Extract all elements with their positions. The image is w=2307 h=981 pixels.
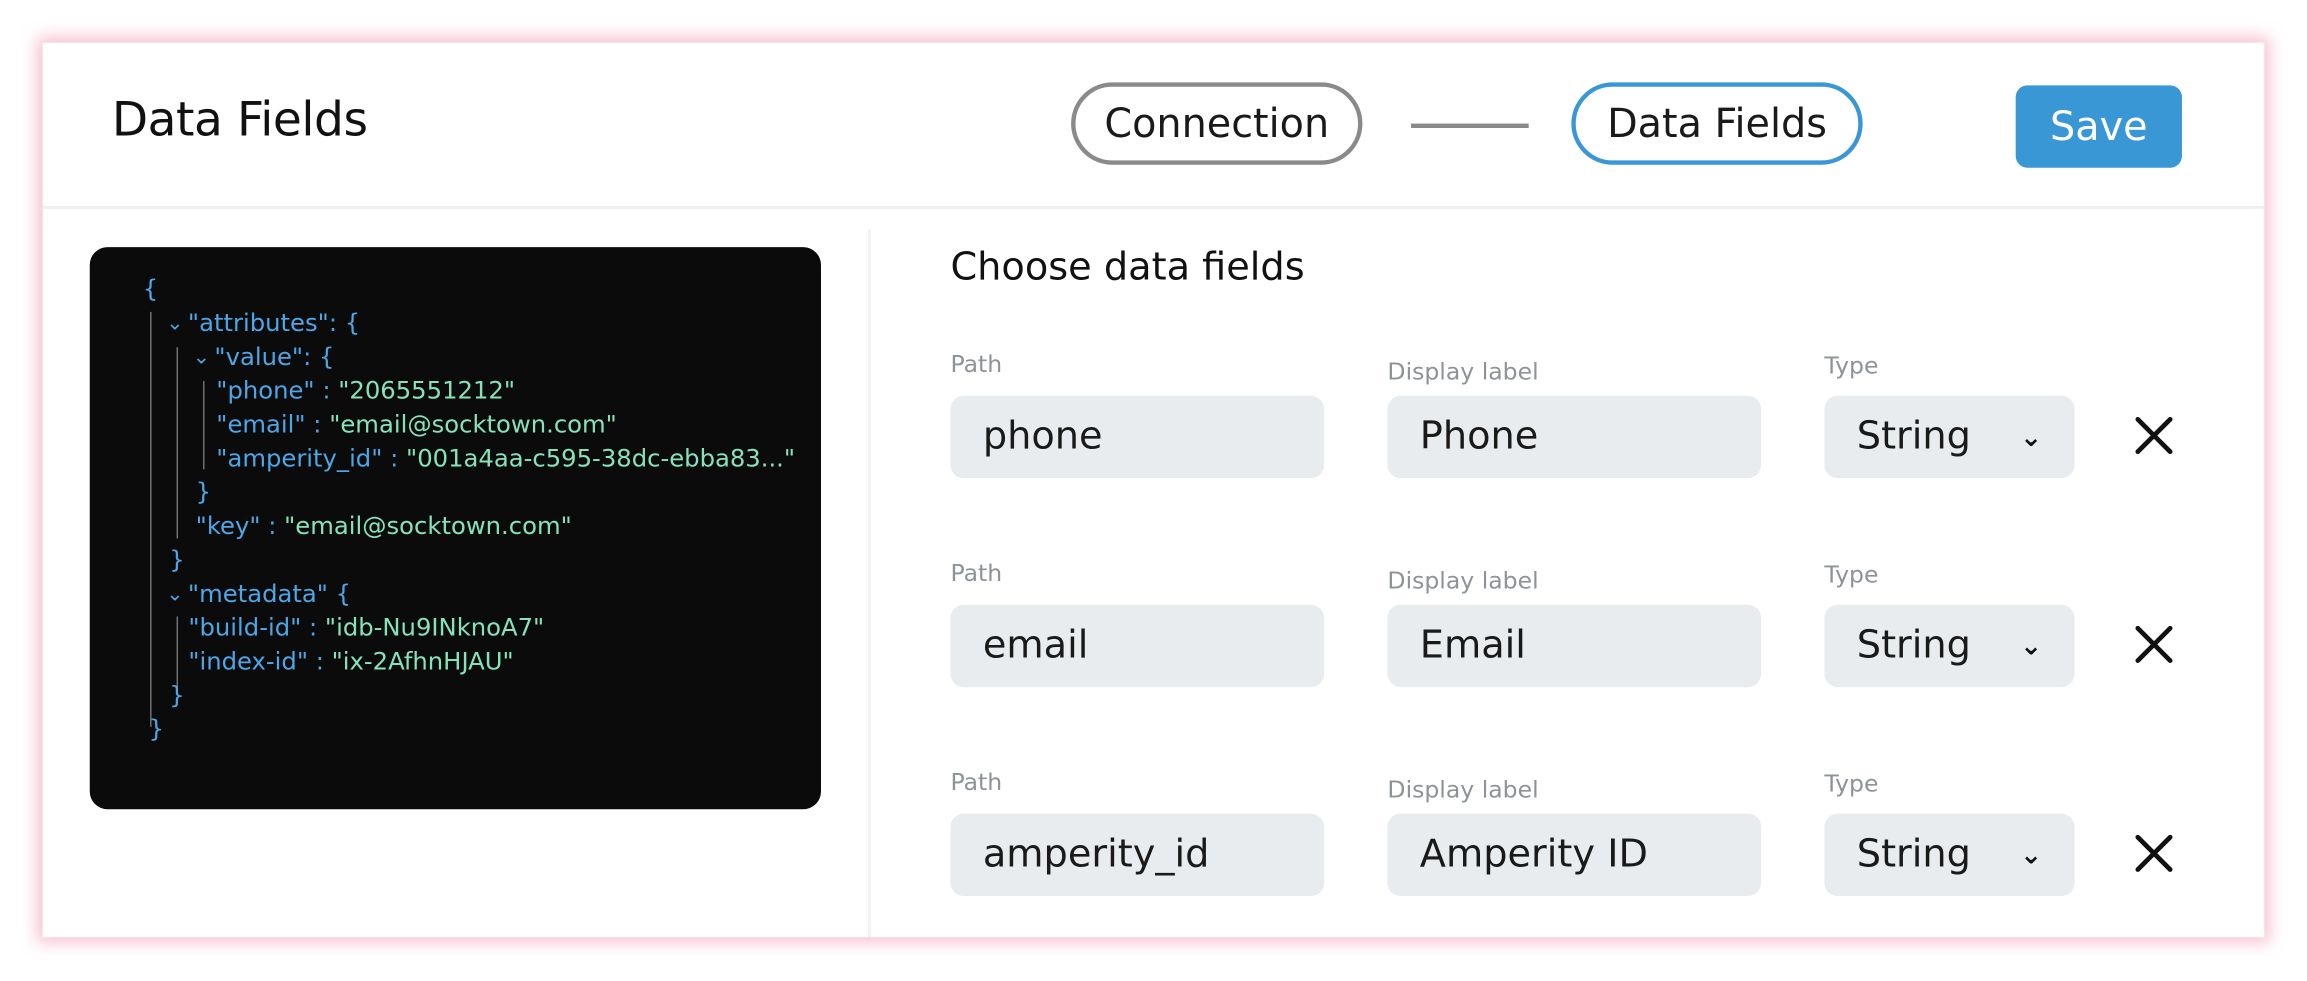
json-brace: }	[169, 545, 185, 574]
json-punct: :	[308, 647, 332, 676]
json-key: "index-id"	[188, 647, 309, 676]
remove-field-button[interactable]	[2127, 409, 2180, 462]
json-line: "phone" : "2065551212"	[216, 377, 515, 406]
json-punct: :	[301, 613, 325, 642]
json-key: "key"	[195, 512, 261, 540]
step-data-fields[interactable]: Data Fields	[1571, 82, 1863, 165]
close-icon	[2135, 625, 2173, 663]
json-punct: : {	[303, 342, 335, 371]
display-label-input[interactable]: Email	[1387, 604, 1762, 688]
chevron-down-icon[interactable]: ⌄	[166, 580, 183, 609]
json-line-attributes[interactable]: ⌄ "attributes": {	[166, 309, 360, 340]
path-input[interactable]: amperity_id	[950, 813, 1325, 897]
json-line-metadata[interactable]: ⌄ "metadata" {	[166, 580, 351, 611]
json-brace: }	[169, 681, 185, 710]
json-value: "idb-Nu9INknoA7"	[324, 613, 545, 642]
close-icon	[2135, 416, 2173, 455]
close-icon	[2135, 834, 2173, 872]
json-line: "index-id" : "ix-2AfhnHJAU"	[188, 647, 513, 676]
path-input[interactable]: phone	[950, 395, 1325, 479]
json-key: "value"	[214, 342, 304, 371]
path-input[interactable]: email	[950, 604, 1325, 688]
type-select[interactable]: String ⌄	[1824, 813, 2075, 897]
type-label: Type	[1824, 351, 1879, 380]
tree-guide	[150, 311, 152, 727]
type-select[interactable]: String ⌄	[1824, 604, 2075, 688]
json-key: "build-id"	[188, 613, 302, 642]
json-line: }	[169, 546, 184, 575]
json-value: "ix-2AfhnHJAU"	[331, 647, 514, 676]
display-label-input[interactable]: Amperity ID	[1387, 813, 1762, 897]
path-label: Path	[950, 350, 1003, 379]
json-line: }	[169, 681, 184, 710]
type-select-value: String	[1856, 414, 1971, 460]
display-label-label: Display label	[1387, 775, 1539, 804]
data-fields-card: Data Fields Connection Data Fields Save …	[42, 42, 2265, 938]
step-connection[interactable]: Connection	[1071, 82, 1363, 165]
chevron-down-icon: ⌄	[2019, 421, 2043, 453]
json-line: "key" : "email@socktown.com"	[196, 512, 572, 541]
json-line: }	[196, 478, 211, 507]
type-label: Type	[1824, 769, 1879, 798]
json-punct: :	[305, 410, 330, 439]
json-brace: }	[195, 478, 212, 507]
json-key: "metadata"	[187, 579, 328, 608]
chevron-down-icon: ⌄	[2019, 630, 2043, 662]
json-value: "2065551212"	[338, 376, 516, 405]
json-preview-panel: { ⌄ "attributes": { ⌄ "value": { "phone" :…	[89, 247, 821, 810]
tree-guide	[203, 381, 205, 470]
display-label-label: Display label	[1387, 566, 1539, 595]
json-line: }	[149, 715, 164, 744]
type-label: Type	[1824, 560, 1879, 589]
panel-divider	[868, 229, 872, 938]
json-line-value[interactable]: ⌄ "value": {	[193, 343, 335, 374]
json-line: "email" : "email@socktown.com"	[216, 410, 617, 439]
json-punct: :	[260, 512, 285, 540]
path-label: Path	[950, 768, 1003, 796]
json-key: "phone"	[216, 376, 315, 405]
json-key: "amperity_id"	[216, 444, 383, 473]
header-divider	[42, 205, 2265, 209]
tree-guide	[176, 347, 179, 539]
json-brace: }	[148, 715, 165, 744]
json-value: "email@socktown.com"	[284, 512, 572, 540]
json-line: "amperity_id" : "001a4aa-c595-38dc-ebba8…	[216, 444, 795, 473]
chevron-down-icon[interactable]: ⌄	[193, 343, 210, 372]
step-connector	[1410, 123, 1529, 129]
display-label-label: Display label	[1387, 357, 1539, 386]
json-punct: :	[314, 376, 339, 405]
json-key: "email"	[216, 410, 306, 439]
display-label-input[interactable]: Phone	[1387, 395, 1762, 479]
type-select-value: String	[1856, 623, 1971, 668]
type-select-value: String	[1856, 832, 1971, 877]
json-punct: : {	[328, 308, 361, 337]
chevron-down-icon: ⌄	[2019, 839, 2043, 871]
type-select[interactable]: String ⌄	[1824, 395, 2075, 479]
chevron-down-icon[interactable]: ⌄	[166, 309, 183, 338]
path-label: Path	[950, 559, 1003, 588]
save-button[interactable]: Save	[2015, 85, 2182, 168]
json-punct: {	[327, 579, 352, 608]
json-line: {	[143, 275, 158, 304]
json-line: "build-id" : "idb-Nu9INknoA7"	[188, 614, 544, 643]
json-brace: {	[142, 275, 159, 304]
json-value: "001a4aa-c595-38dc-ebba83..."	[406, 444, 796, 473]
remove-field-button[interactable]	[2127, 827, 2180, 880]
json-key: "attributes"	[187, 308, 329, 337]
page-title: Data Fields	[111, 91, 368, 148]
remove-field-button[interactable]	[2127, 618, 2180, 671]
section-title: Choose data fields	[950, 245, 1305, 290]
json-punct: :	[382, 444, 407, 473]
json-value: "email@socktown.com"	[329, 410, 617, 439]
